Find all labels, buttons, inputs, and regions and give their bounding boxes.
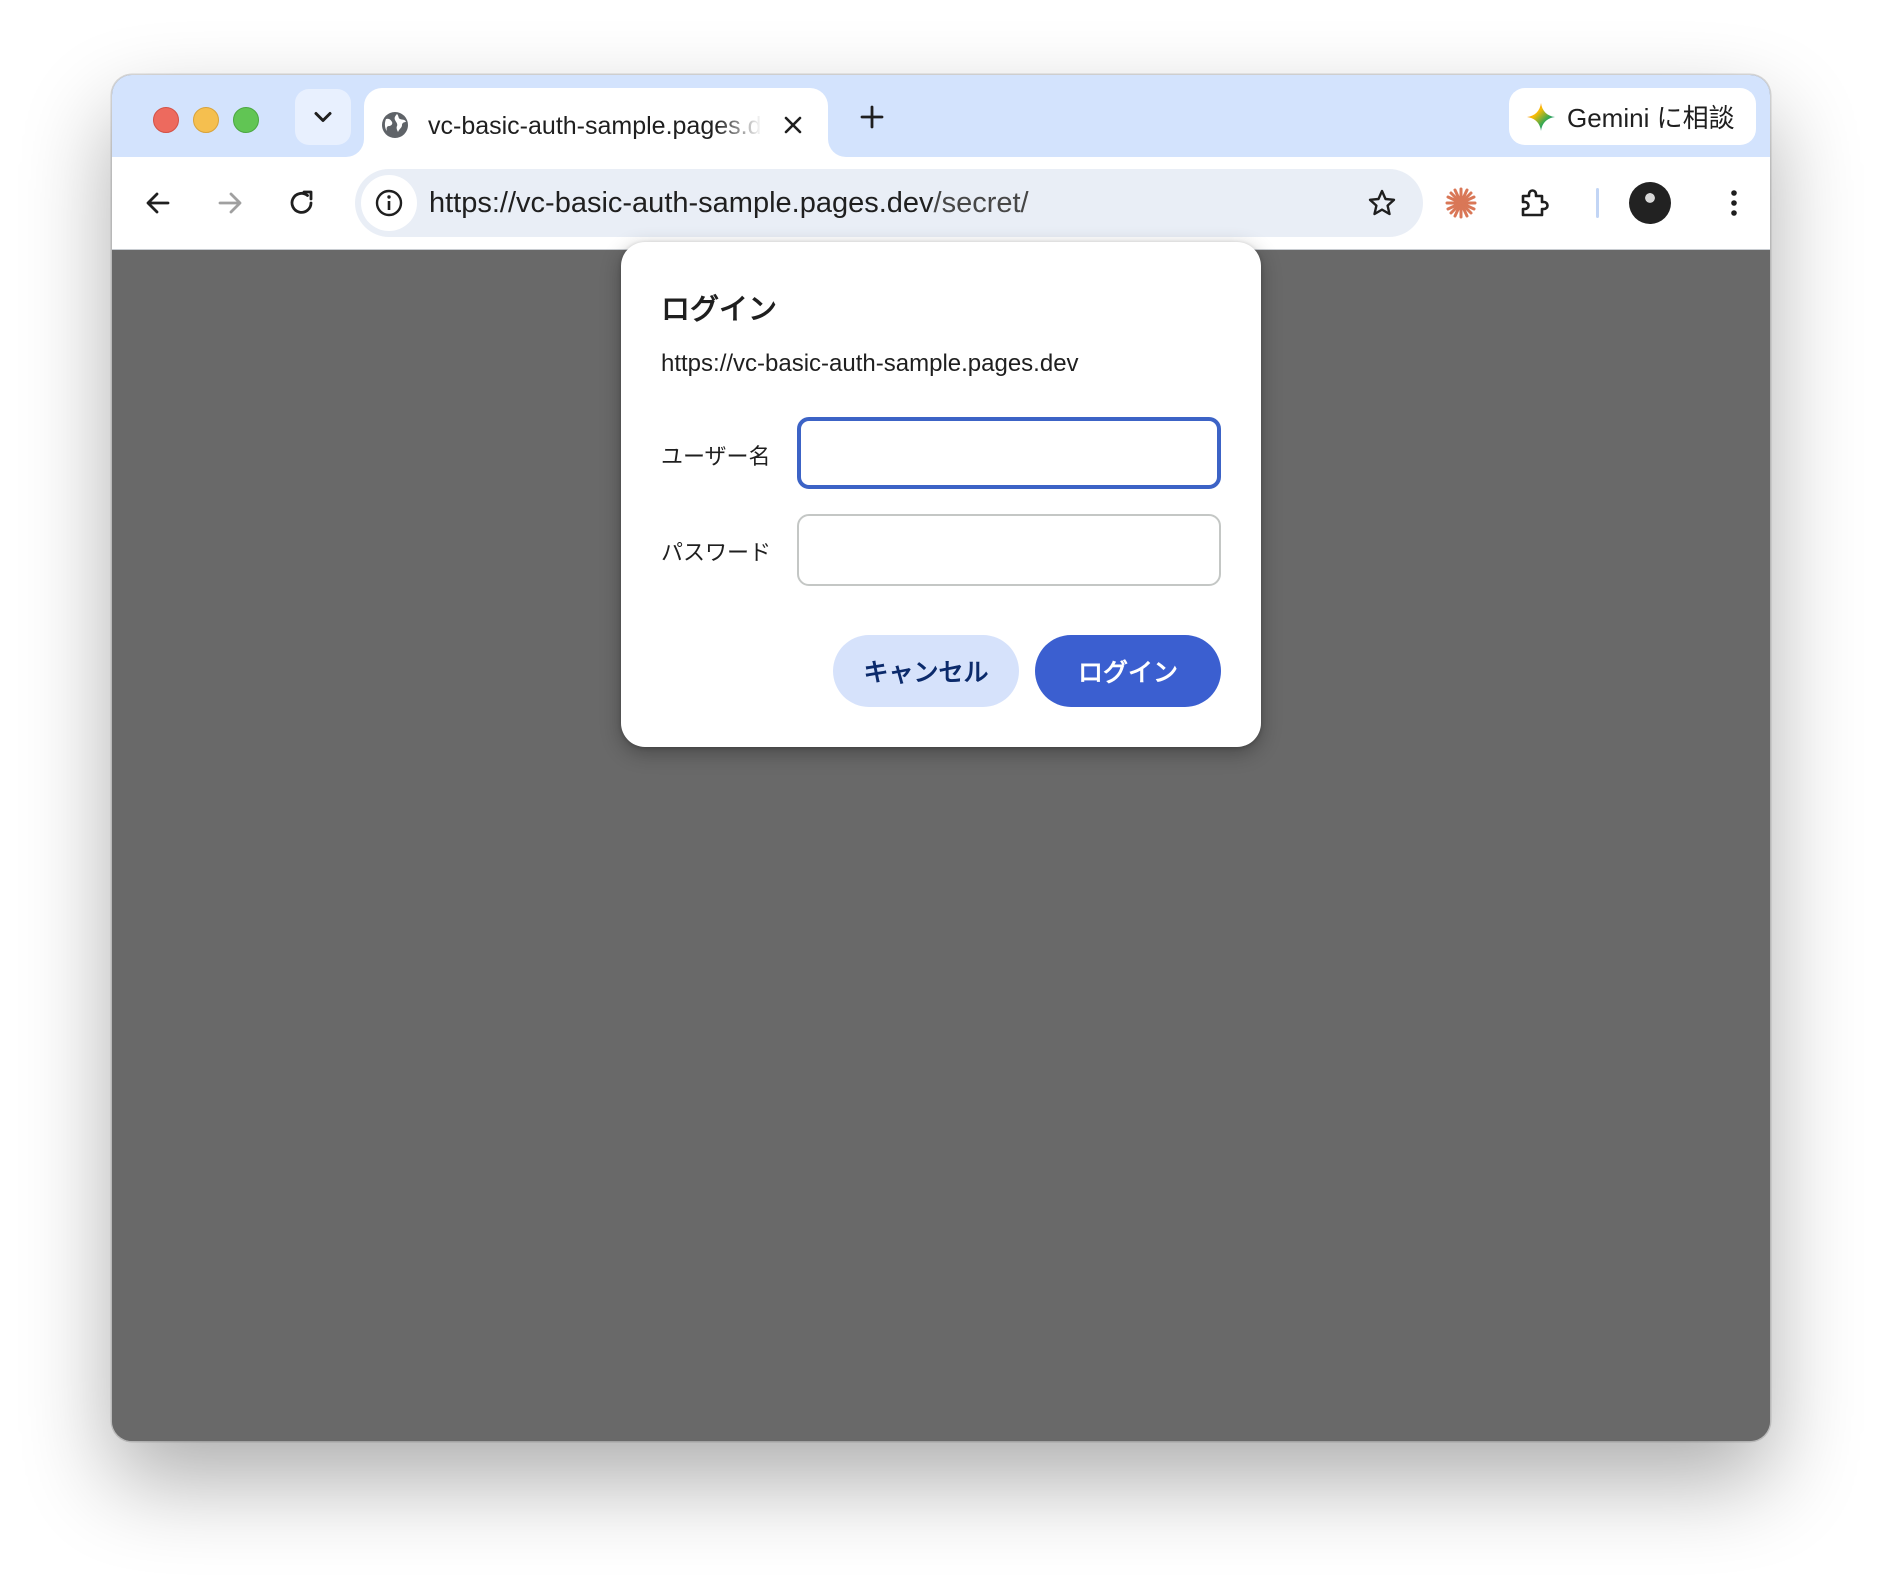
claude-extension-button[interactable] bbox=[1437, 179, 1485, 227]
claude-starburst-icon bbox=[1445, 187, 1477, 219]
toolbar-divider bbox=[1596, 188, 1599, 218]
reload-icon bbox=[290, 190, 313, 214]
tab-active[interactable]: vc-basic-auth-sample.pages.dev bbox=[364, 88, 828, 157]
gemini-button[interactable]: Gemini に相談 bbox=[1509, 88, 1756, 145]
tab-strip: vc-basic-auth-sample.pages.dev Gemini に相… bbox=[112, 75, 1770, 157]
url-path: /secret/ bbox=[933, 187, 1029, 219]
zoom-window-button[interactable] bbox=[233, 107, 259, 133]
dialog-title: ログイン bbox=[661, 294, 778, 326]
plus-icon bbox=[860, 105, 884, 129]
tab-close-button[interactable] bbox=[778, 110, 808, 140]
chevron-down-icon bbox=[314, 112, 332, 122]
extensions-button[interactable] bbox=[1510, 179, 1558, 227]
reload-button[interactable] bbox=[278, 179, 326, 227]
profile-avatar[interactable] bbox=[1629, 182, 1671, 224]
puzzle-icon bbox=[1521, 189, 1549, 217]
login-button[interactable]: ログイン bbox=[1035, 635, 1221, 707]
toolbar: https://vc-basic-auth-sample.pages.dev/s… bbox=[112, 157, 1770, 250]
tab-search-button[interactable] bbox=[295, 89, 351, 145]
back-button[interactable] bbox=[134, 179, 182, 227]
cancel-button[interactable]: キャンセル bbox=[833, 635, 1019, 707]
login-dialog: ログイン https://vc-basic-auth-sample.pages.… bbox=[621, 242, 1261, 747]
close-icon bbox=[784, 116, 802, 134]
site-info-button[interactable] bbox=[361, 175, 417, 231]
globe-icon bbox=[382, 112, 408, 138]
address-bar[interactable]: https://vc-basic-auth-sample.pages.dev/s… bbox=[355, 169, 1423, 237]
gemini-label: Gemini に相談 bbox=[1567, 103, 1735, 133]
star-icon bbox=[1368, 189, 1396, 216]
bookmark-button[interactable] bbox=[1358, 179, 1406, 227]
url-text[interactable]: https://vc-basic-auth-sample.pages.dev/s… bbox=[429, 184, 1029, 222]
tab-title: vc-basic-auth-sample.pages.dev bbox=[428, 112, 762, 140]
menu-button[interactable] bbox=[1710, 179, 1758, 227]
arrow-right-icon bbox=[218, 192, 242, 214]
dialog-origin: https://vc-basic-auth-sample.pages.dev bbox=[661, 350, 1079, 377]
url-host: https://vc-basic-auth-sample.pages.dev bbox=[429, 187, 934, 219]
minimize-window-button[interactable] bbox=[193, 107, 219, 133]
username-label: ユーザー名 bbox=[661, 444, 771, 469]
info-icon bbox=[375, 189, 403, 217]
username-input[interactable] bbox=[797, 417, 1221, 489]
forward-button[interactable] bbox=[206, 179, 254, 227]
close-window-button[interactable] bbox=[153, 107, 179, 133]
new-tab-button[interactable] bbox=[852, 97, 892, 137]
arrow-left-icon bbox=[146, 192, 170, 214]
more-vertical-icon bbox=[1731, 190, 1737, 216]
password-input[interactable] bbox=[797, 514, 1221, 586]
password-label: パスワード bbox=[661, 540, 772, 565]
gemini-sparkle-icon bbox=[1527, 102, 1555, 131]
